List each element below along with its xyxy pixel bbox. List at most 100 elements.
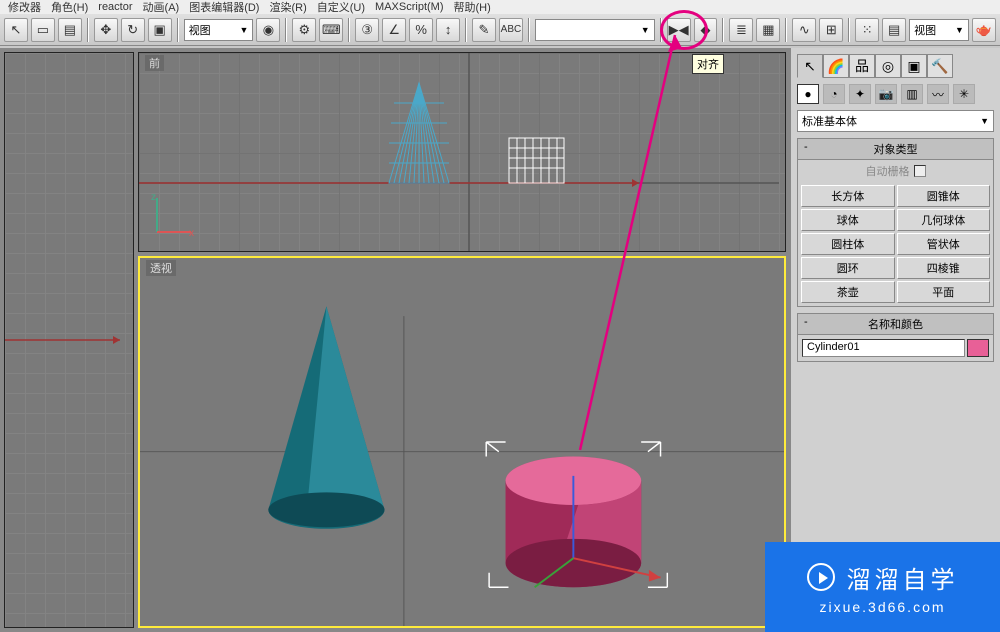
edit-named-icon[interactable]: ✎ <box>472 18 496 42</box>
dropdown-label: 视图 <box>189 22 211 38</box>
schematic-view-icon[interactable]: ⊞ <box>819 18 843 42</box>
letter-box-icon[interactable]: ABC <box>499 18 523 42</box>
autogrid-row: 自动栅格 <box>798 160 993 182</box>
utilities-tab-icon[interactable]: 🔨 <box>927 54 953 78</box>
select-name-icon[interactable]: ▤ <box>58 18 82 42</box>
mirror-icon[interactable]: ▶◀ <box>667 18 691 42</box>
cone-button[interactable]: 圆锥体 <box>897 185 991 207</box>
dropdown-label: 标准基本体 <box>802 113 857 129</box>
rotate-tool-icon[interactable]: ↻ <box>121 18 145 42</box>
name-color-rollout: -名称和颜色 Cylinder01 <box>797 313 994 362</box>
reference-system-dropdown[interactable]: 视图▼ <box>184 19 254 41</box>
spacewarps-category-icon[interactable]: 〰 <box>927 84 949 104</box>
layers-icon[interactable]: ≣ <box>729 18 753 42</box>
watermark-brand: 溜溜自学 <box>847 560 959 595</box>
spinner-snap-icon[interactable]: ↕ <box>436 18 460 42</box>
autogrid-label: 自动栅格 <box>866 163 910 179</box>
header-label: 名称和颜色 <box>868 319 923 331</box>
cylinder-button[interactable]: 圆柱体 <box>801 233 895 255</box>
material-slots-icon[interactable]: ⁙ <box>855 18 879 42</box>
menu-modifiers[interactable]: 修改器 <box>8 0 41 15</box>
name-color-header[interactable]: -名称和颜色 <box>798 314 993 335</box>
scale-tool-icon[interactable]: ▣ <box>148 18 172 42</box>
pivot-center-icon[interactable]: ◉ <box>256 18 280 42</box>
main-toolbar: ↖ ▭ ▤ ✥ ↻ ▣ 视图▼ ◉ ⚙ ⌨ ③ ∠ % ↕ ✎ ABC ▼ ▶◀… <box>0 14 1000 46</box>
menu-customize[interactable]: 自定义(U) <box>317 0 365 15</box>
modify-tab-icon[interactable]: 🌈 <box>823 54 849 78</box>
select-tool-icon[interactable]: ↖ <box>4 18 28 42</box>
shapes-category-icon[interactable]: ◔ <box>823 84 845 104</box>
curve-editor-icon[interactable]: ∿ <box>792 18 816 42</box>
teapot-button[interactable]: 茶壶 <box>801 281 895 303</box>
render-setup-icon[interactable]: ▤ <box>882 18 906 42</box>
menu-grapheditor[interactable]: 图表编辑器(D) <box>189 0 259 15</box>
viewport-left[interactable] <box>4 52 134 628</box>
separator <box>348 18 350 42</box>
angle-snap-icon[interactable]: ∠ <box>382 18 406 42</box>
viewport-perspective[interactable]: 透视 <box>138 256 786 628</box>
keyboard-shortcut-toggle-icon[interactable]: ⌨ <box>319 18 343 42</box>
menu-animation[interactable]: 动画(A) <box>143 0 180 15</box>
torus-button[interactable]: 圆环 <box>801 257 895 279</box>
sphere-button[interactable]: 球体 <box>801 209 895 231</box>
object-color-swatch[interactable] <box>967 339 989 357</box>
systems-category-icon[interactable]: ✳ <box>953 84 975 104</box>
align-tooltip: 对齐 <box>692 54 724 74</box>
manipulate-icon[interactable]: ⚙ <box>292 18 316 42</box>
watermark: 溜溜自学 zixue.3d66.com <box>765 542 1000 632</box>
svg-text:x: x <box>189 228 194 238</box>
render-teapot-icon[interactable]: 🫖 <box>972 18 996 42</box>
display-tab-icon[interactable]: ▣ <box>901 54 927 78</box>
menu-render[interactable]: 渲染(R) <box>269 0 306 15</box>
svg-text:z: z <box>151 192 156 203</box>
separator <box>660 18 662 42</box>
viewport-area: 前 z x 透视 <box>0 48 790 632</box>
geometry-category-icon[interactable]: ● <box>797 84 819 104</box>
geosphere-button[interactable]: 几何球体 <box>897 209 991 231</box>
separator <box>87 18 89 42</box>
viewport-front-label: 前 <box>145 55 164 71</box>
primitive-type-dropdown[interactable]: 标准基本体▼ <box>797 110 994 132</box>
render-view-dropdown[interactable]: 视图▼ <box>909 19 969 41</box>
menu-reactor[interactable]: reactor <box>98 1 132 13</box>
watermark-url: zixue.3d66.com <box>819 599 945 615</box>
align-icon[interactable]: ◆ <box>694 18 718 42</box>
plane-button[interactable]: 平面 <box>897 281 991 303</box>
object-type-rollout: -对象类型 自动栅格 长方体 圆锥体 球体 几何球体 圆柱体 管状体 圆环 四棱… <box>797 138 994 307</box>
selection-set-dropdown[interactable]: ▼ <box>535 19 655 41</box>
percent-snap-icon[interactable]: % <box>409 18 433 42</box>
hierarchy-tab-icon[interactable]: 品 <box>849 54 875 78</box>
command-panel-tabs: ↖ 🌈 品 ◎ ▣ 🔨 <box>797 54 994 78</box>
separator <box>177 18 179 42</box>
object-type-header[interactable]: -对象类型 <box>798 139 993 160</box>
select-region-icon[interactable]: ▭ <box>31 18 55 42</box>
menu-maxscript[interactable]: MAXScript(M) <box>375 1 443 13</box>
separator <box>722 18 724 42</box>
box-button[interactable]: 长方体 <box>801 185 895 207</box>
menu-bar: 修改器 角色(H) reactor 动画(A) 图表编辑器(D) 渲染(R) 自… <box>0 0 1000 14</box>
motion-tab-icon[interactable]: ◎ <box>875 54 901 78</box>
create-category-row: ● ◔ ✦ 📷 ▥ 〰 ✳ <box>797 84 994 104</box>
layer-manager-icon[interactable]: ▦ <box>756 18 780 42</box>
move-tool-icon[interactable]: ✥ <box>94 18 118 42</box>
tube-button[interactable]: 管状体 <box>897 233 991 255</box>
separator <box>848 18 850 42</box>
dropdown-label: 视图 <box>914 22 936 38</box>
viewport-perspective-label: 透视 <box>146 260 176 276</box>
header-label: 对象类型 <box>874 144 918 156</box>
create-tab-icon[interactable]: ↖ <box>797 54 823 78</box>
separator <box>528 18 530 42</box>
viewport-front[interactable]: 前 z x <box>138 52 786 252</box>
play-icon <box>807 563 835 591</box>
separator <box>785 18 787 42</box>
menu-character[interactable]: 角色(H) <box>51 0 88 15</box>
pyramid-button[interactable]: 四棱锥 <box>897 257 991 279</box>
snap-toggle-icon[interactable]: ③ <box>355 18 379 42</box>
lights-category-icon[interactable]: ✦ <box>849 84 871 104</box>
separator <box>465 18 467 42</box>
cameras-category-icon[interactable]: 📷 <box>875 84 897 104</box>
helpers-category-icon[interactable]: ▥ <box>901 84 923 104</box>
object-name-input[interactable]: Cylinder01 <box>802 339 965 357</box>
autogrid-checkbox[interactable] <box>914 165 926 177</box>
menu-help[interactable]: 帮助(H) <box>454 0 491 15</box>
